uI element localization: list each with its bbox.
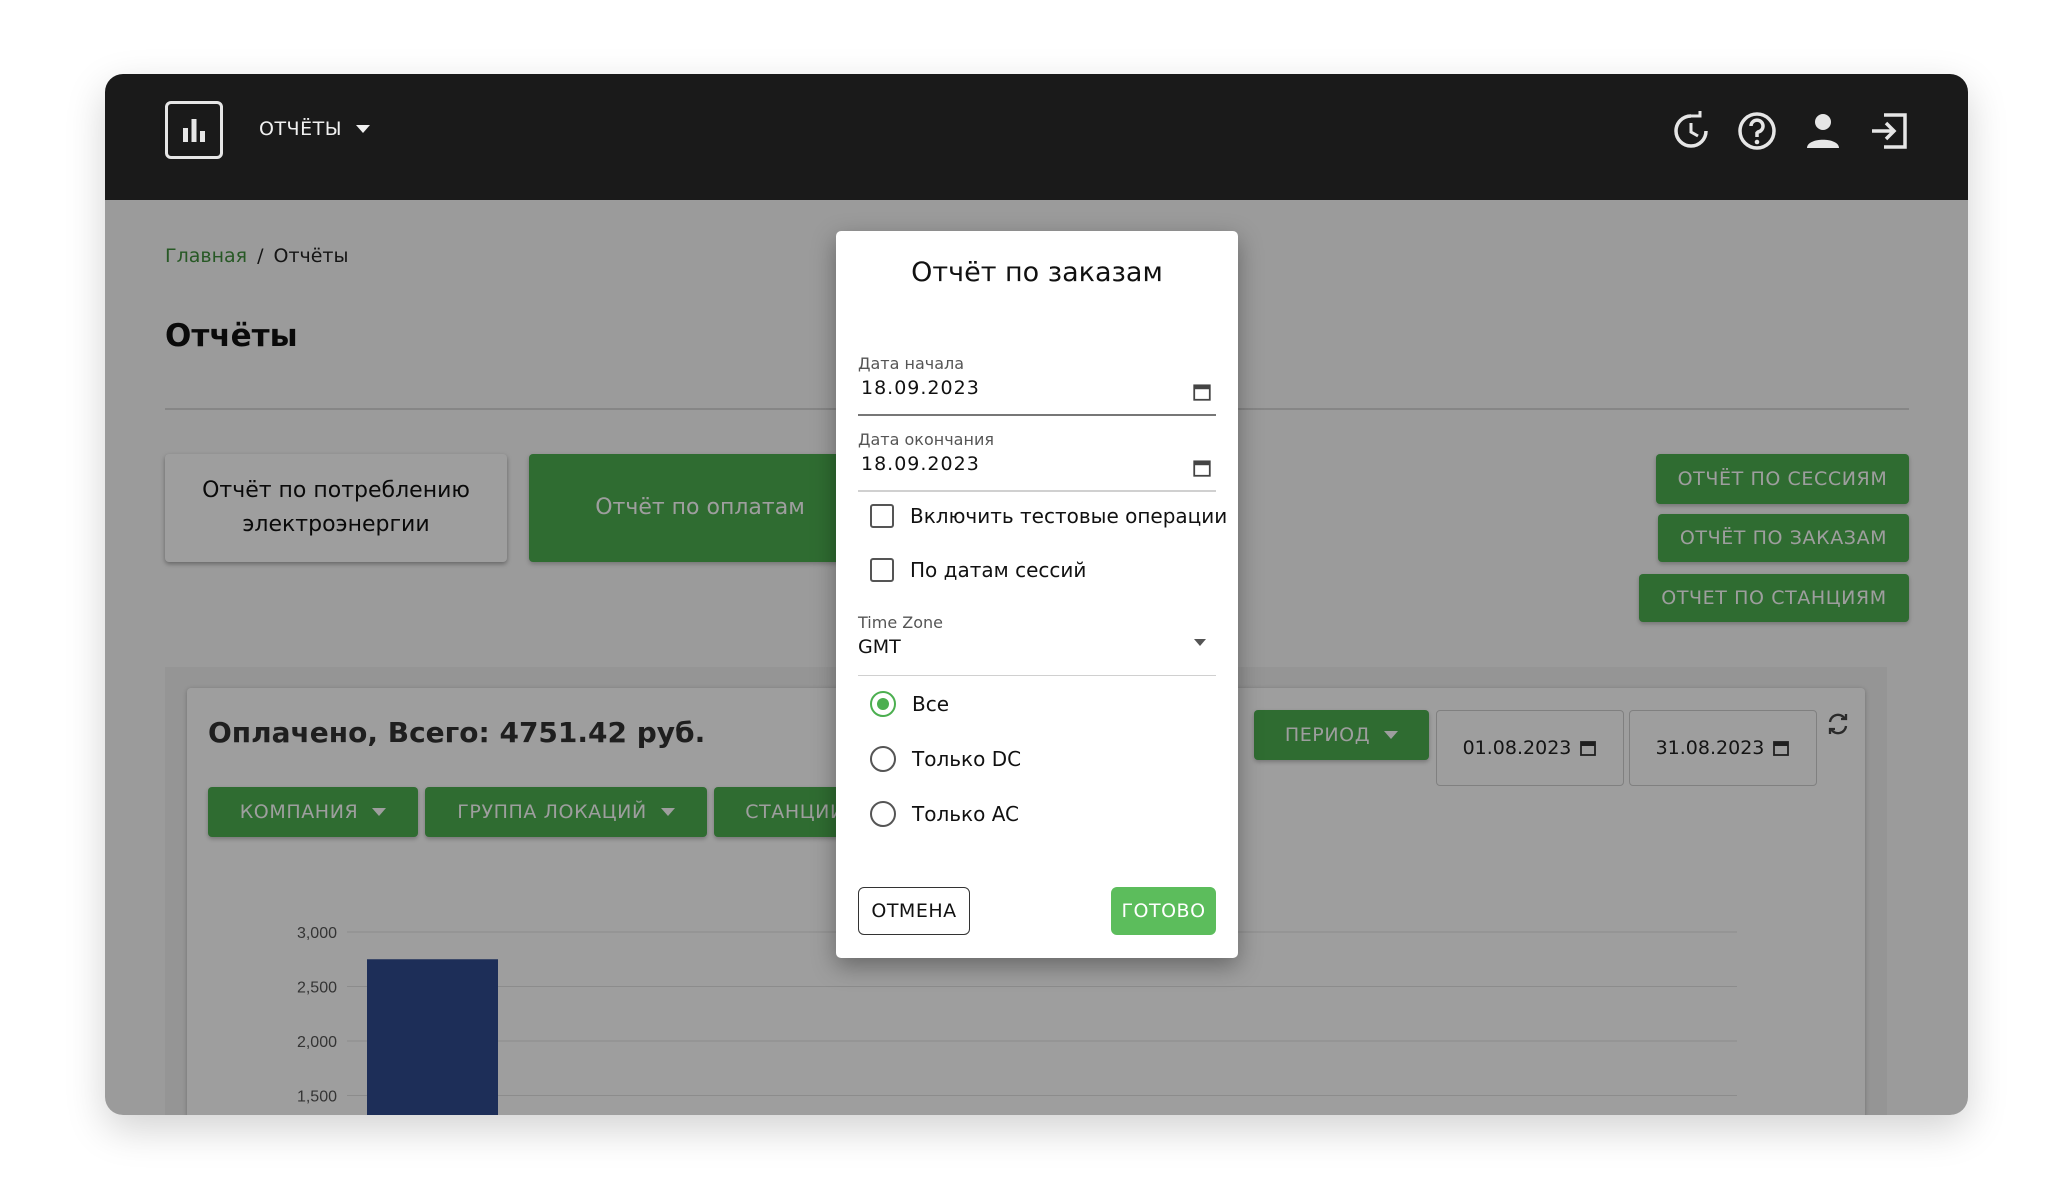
orders-report-dialog: Отчёт по заказам Дата начала 18.09.2023 … — [836, 231, 1238, 958]
calendar-icon[interactable] — [1192, 458, 1212, 478]
reports-menu-label: ОТЧЁТЫ — [259, 118, 342, 140]
include-test-checkbox[interactable] — [870, 504, 894, 528]
start-date-field[interactable]: Дата начала 18.09.2023 — [858, 354, 1216, 416]
done-button[interactable]: ГОТОВО — [1111, 887, 1216, 935]
chevron-down-icon — [1194, 639, 1206, 646]
end-date-value[interactable]: 18.09.2023 — [858, 453, 1216, 475]
help-icon[interactable] — [1736, 110, 1778, 152]
radio-dc-label: Только DC — [912, 747, 1022, 771]
reports-menu[interactable]: ОТЧЁТЫ — [259, 118, 370, 140]
cancel-button[interactable]: ОТМЕНА — [858, 887, 970, 935]
by-session-dates-checkbox[interactable] — [870, 558, 894, 582]
radio-all[interactable] — [870, 691, 896, 717]
include-test-label: Включить тестовые операции — [910, 504, 1228, 528]
timezone-select[interactable]: Time Zone GMT — [858, 613, 1216, 676]
radio-ac[interactable] — [870, 801, 896, 827]
app-window: ОТЧЁТЫ Главная / Отчёты Отчёты Отчёт по … — [105, 74, 1968, 1115]
top-bar: ОТЧЁТЫ — [105, 74, 1968, 200]
logout-icon[interactable] — [1868, 110, 1910, 152]
include-test-checkbox-row[interactable]: Включить тестовые операции — [870, 504, 1227, 528]
end-date-label: Дата окончания — [858, 430, 994, 449]
timezone-label: Time Zone — [858, 613, 943, 632]
radio-ac-label: Только AC — [912, 802, 1019, 826]
radio-dc[interactable] — [870, 746, 896, 772]
chevron-down-icon — [355, 125, 370, 133]
history-icon[interactable] — [1670, 110, 1712, 152]
timezone-value: GMT — [858, 636, 901, 658]
calendar-icon[interactable] — [1192, 382, 1212, 402]
start-date-label: Дата начала — [858, 354, 965, 373]
start-date-value[interactable]: 18.09.2023 — [858, 377, 1216, 399]
by-session-dates-label: По датам сессий — [910, 558, 1087, 582]
chart-logo-icon[interactable] — [165, 101, 223, 159]
dialog-title: Отчёт по заказам — [911, 257, 1163, 288]
end-date-field[interactable]: Дата окончания 18.09.2023 — [858, 430, 1216, 492]
radio-ac-row[interactable]: Только AC — [870, 801, 1019, 827]
user-icon[interactable] — [1802, 110, 1844, 152]
radio-dc-row[interactable]: Только DC — [870, 746, 1021, 772]
radio-all-label: Все — [912, 692, 950, 716]
by-session-dates-checkbox-row[interactable]: По датам сессий — [870, 558, 1086, 582]
radio-all-row[interactable]: Все — [870, 691, 949, 717]
